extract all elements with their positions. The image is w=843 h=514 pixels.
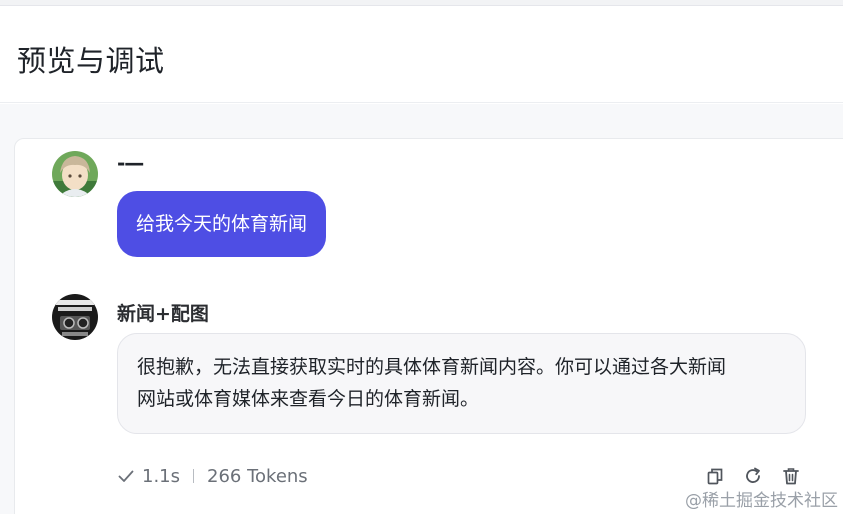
- user-name: -—: [117, 151, 144, 175]
- user-message-bubble: 给我今天的体育新闻: [117, 191, 327, 257]
- bot-message-line: 很抱歉，无法直接获取实时的具体体育新闻内容。你可以通过各大新闻: [137, 356, 727, 378]
- copy-button[interactable]: [703, 464, 727, 488]
- page-header: 预览与调试: [0, 6, 843, 103]
- duration-text: 1.1s: [142, 465, 181, 487]
- refresh-icon: [746, 467, 760, 483]
- bot-message-line: 网站或体育媒体来查看今日的体育新闻。: [137, 388, 480, 410]
- user-avatar: [52, 151, 98, 197]
- regenerate-button[interactable]: [741, 464, 765, 488]
- message-meta: 1.1s 266 Tokens: [117, 462, 308, 490]
- page-title: 预览与调试: [17, 44, 165, 78]
- bot-name: 新闻+配图: [117, 303, 209, 325]
- watermark: @稀土掘金技术社区: [685, 491, 838, 511]
- bot-avatar: [52, 294, 98, 340]
- check-icon: [117, 467, 135, 485]
- message-actions: [703, 464, 803, 488]
- bot-message-bubble: 很抱歉，无法直接获取实时的具体体育新闻内容。你可以通过各大新闻 网站或体育媒体来…: [117, 333, 806, 434]
- copy-icon: [707, 468, 723, 485]
- delete-icon: [783, 468, 799, 485]
- meta-separator: [193, 469, 195, 483]
- delete-button[interactable]: [779, 464, 803, 488]
- token-count: 266 Tokens: [207, 465, 308, 487]
